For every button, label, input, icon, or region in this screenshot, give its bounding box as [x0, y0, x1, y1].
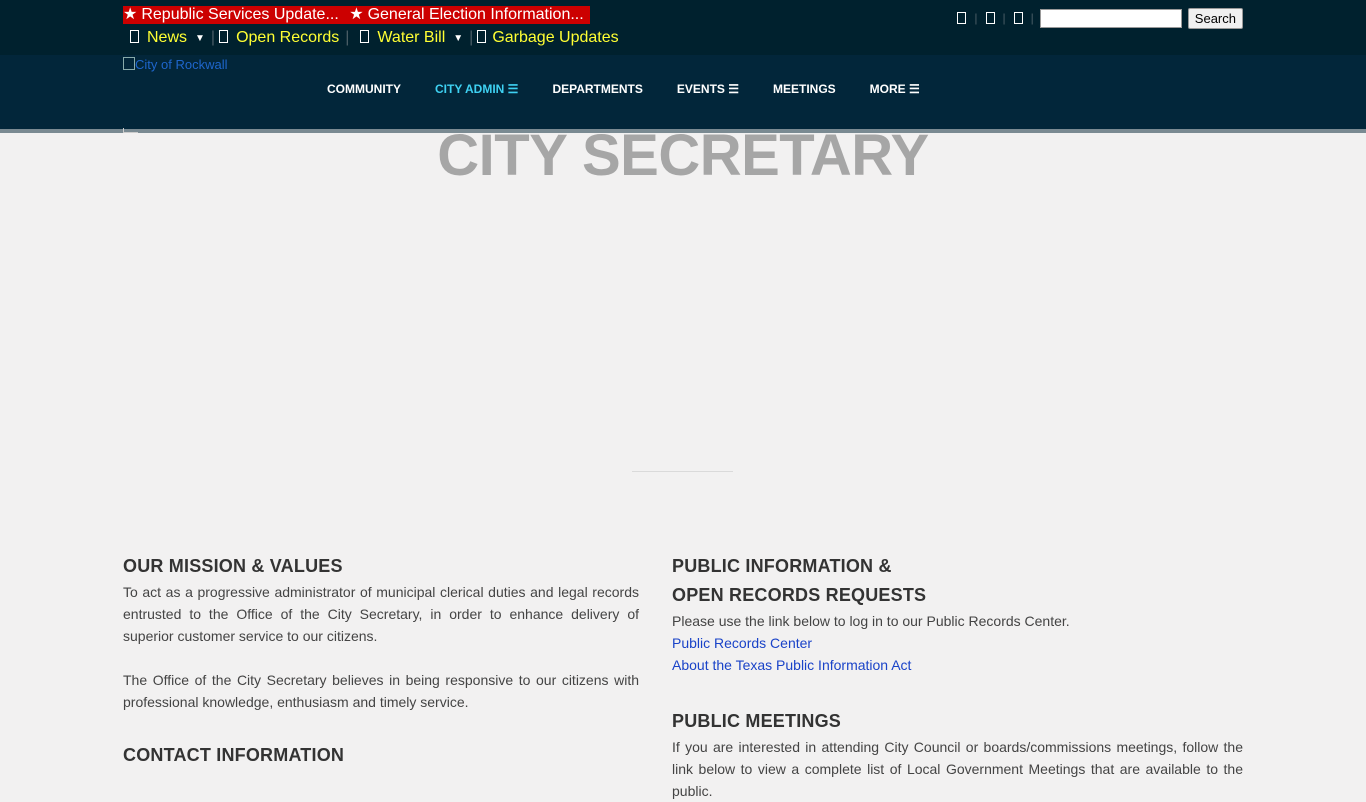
- chevron-down-icon[interactable]: ▼: [453, 33, 463, 44]
- texas-pia-link[interactable]: About the Texas Public Information Act: [672, 654, 1243, 676]
- broken-image-icon: [123, 57, 135, 70]
- translate-icon[interactable]: [957, 12, 967, 24]
- nav-meetings[interactable]: MEETINGS: [773, 82, 836, 96]
- alert-link-general-election[interactable]: General Election Information...: [368, 6, 584, 23]
- alert-link-republic-services[interactable]: Republic Services Update...: [141, 6, 338, 23]
- public-records-center-link[interactable]: Public Records Center: [672, 632, 1243, 654]
- chevron-down-icon[interactable]: ▼: [195, 33, 205, 44]
- header-tools: | | | Search: [949, 7, 1243, 29]
- separator: |: [345, 29, 350, 46]
- records-icon: [219, 30, 229, 43]
- left-column: OUR MISSION & VALUES To act as a progres…: [123, 552, 639, 770]
- trash-icon: [477, 30, 487, 43]
- records-paragraph: Please use the link below to log in to o…: [672, 613, 1070, 629]
- quicklink-label: Open Records: [236, 29, 340, 46]
- search-button[interactable]: Search: [1187, 7, 1243, 29]
- nav-events[interactable]: EVENTS ☰: [677, 82, 739, 96]
- nav-more[interactable]: MORE ☰: [870, 82, 920, 96]
- section-divider: [632, 471, 733, 472]
- quicklink-label: News: [147, 29, 188, 46]
- quicklink-label: Water Bill: [377, 29, 446, 46]
- records-heading-line1: PUBLIC INFORMATION &: [672, 556, 892, 576]
- nav-city-admin[interactable]: CITY ADMIN ☰: [435, 82, 518, 96]
- values-paragraph: The Office of the City Secretary believe…: [123, 672, 639, 710]
- nav-community[interactable]: COMMUNITY: [327, 82, 401, 96]
- print-icon[interactable]: [1013, 12, 1023, 24]
- quick-links: News ▼ | Open Records | Water Bill ▼ | Garbage U…: [123, 27, 619, 49]
- logo-alt-text: City of Rockwall: [135, 57, 228, 72]
- records-heading-line2: OPEN RECORDS REQUESTS: [672, 585, 927, 605]
- separator: |: [469, 29, 474, 46]
- quicklink-water-bill[interactable]: Water Bill ▼: [353, 27, 463, 50]
- water-icon: [360, 30, 370, 43]
- accessibility-icon[interactable]: [985, 12, 995, 24]
- quicklink-garbage-updates[interactable]: Garbage Updates: [477, 27, 619, 49]
- primary-nav: COMMUNITY CITY ADMIN ☰ DEPARTMENTS EVENT…: [327, 82, 954, 96]
- contact-heading: CONTACT INFORMATION: [123, 745, 345, 765]
- meetings-heading: PUBLIC MEETINGS: [672, 711, 842, 731]
- star-icon: ★: [349, 6, 364, 23]
- separator: |: [974, 11, 978, 25]
- right-column: PUBLIC INFORMATION & OPEN RECORDS REQUES…: [672, 552, 1243, 802]
- quicklink-news[interactable]: News ▼: [123, 27, 205, 50]
- mission-heading: OUR MISSION & VALUES: [123, 556, 343, 576]
- star-icon: ★: [123, 6, 138, 23]
- quicklink-label: Garbage Updates: [492, 29, 619, 46]
- search-input[interactable]: [1039, 8, 1182, 28]
- separator: |: [1002, 11, 1006, 25]
- site-logo[interactable]: City of Rockwall: [123, 57, 227, 72]
- nav-departments[interactable]: DEPARTMENTS: [552, 82, 642, 96]
- news-icon: [130, 30, 139, 43]
- mission-paragraph: To act as a progressive administrator of…: [123, 584, 639, 644]
- page-title: CITY SECRETARY: [437, 123, 929, 188]
- meetings-paragraph: If you are interested in attending City …: [672, 739, 1243, 799]
- separator: |: [1030, 11, 1034, 25]
- separator: |: [210, 29, 216, 46]
- quicklink-open-records[interactable]: Open Records: [219, 27, 339, 49]
- alert-ticker: ★ Republic Services Update... ★ General El…: [123, 6, 590, 24]
